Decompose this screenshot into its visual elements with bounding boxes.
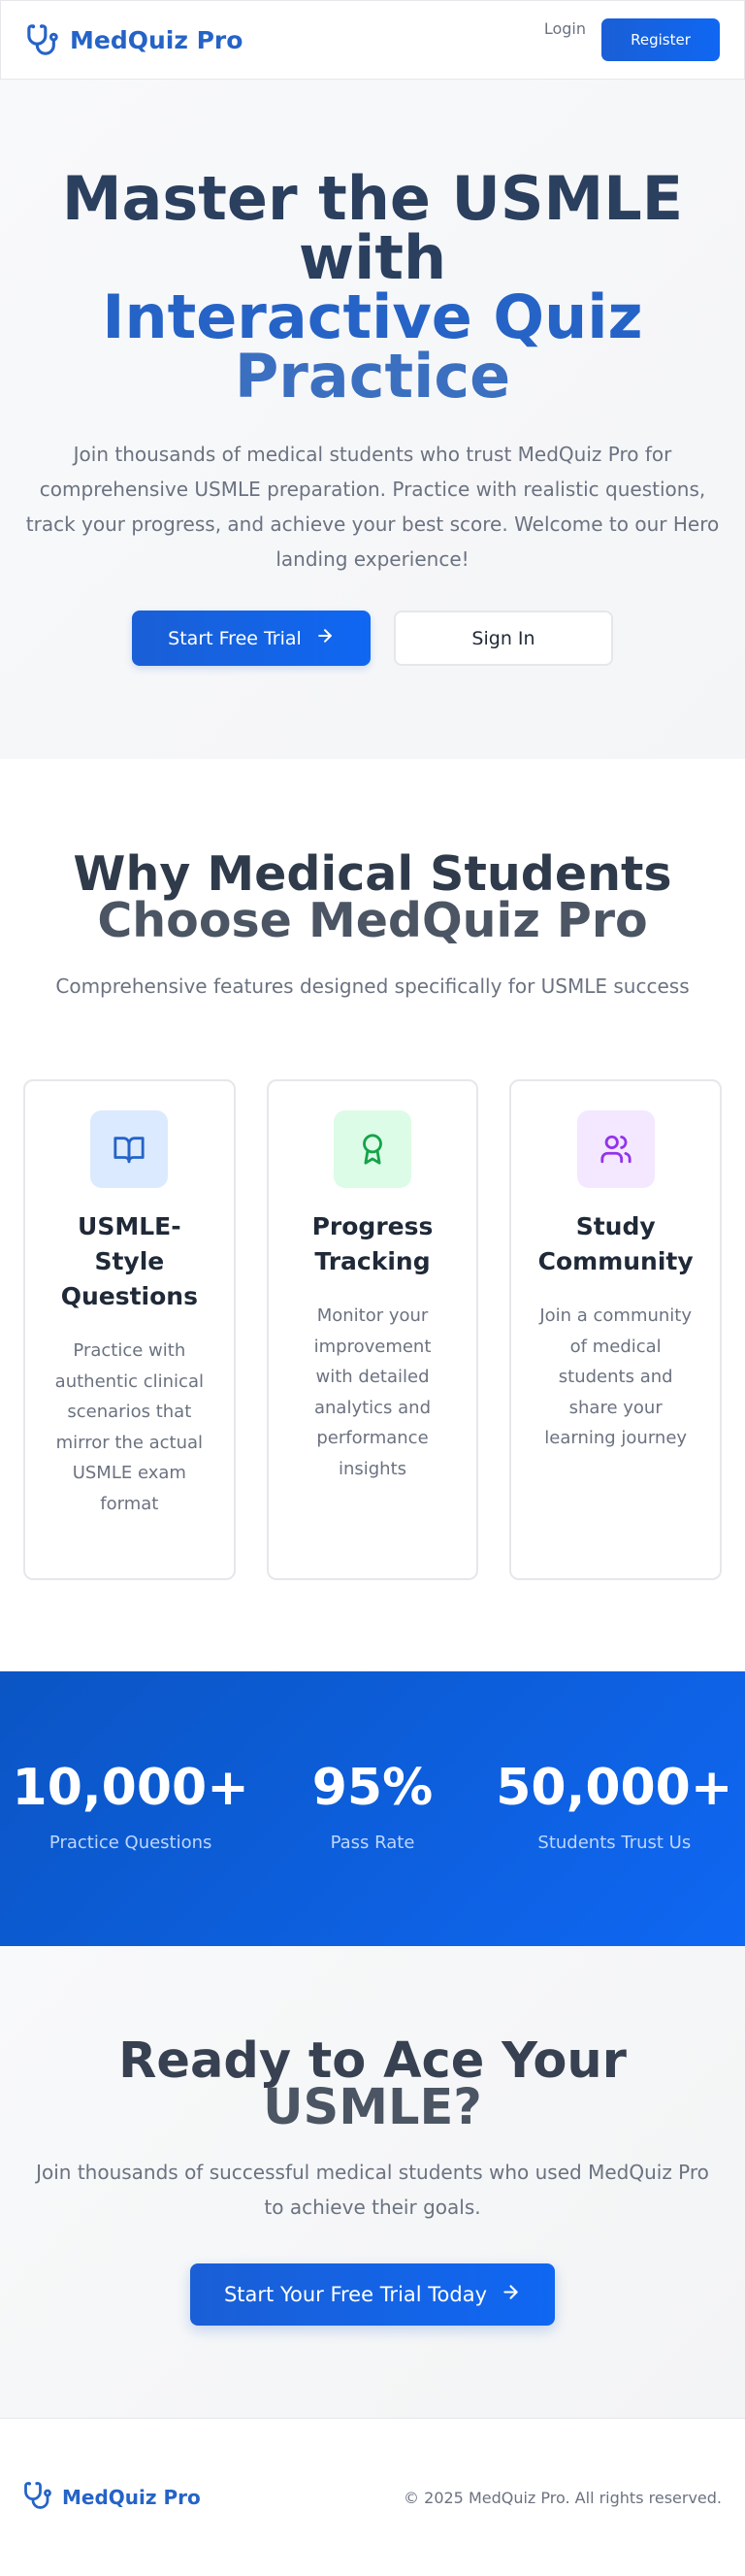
features-section: Why Medical Students Choose MedQuiz Pro … xyxy=(0,759,745,1671)
stat-item: 50,000+ Students Trust Us xyxy=(494,1671,735,1946)
stat-label: Pass Rate xyxy=(330,1833,415,1853)
start-trial-today-button[interactable]: Start Your Free Trial Today xyxy=(190,2263,555,2326)
stat-value: 10,000+ xyxy=(12,1759,249,1817)
feature-card-text: Monitor your improvement with detailed a… xyxy=(313,1305,432,1479)
site-header: MedQuiz Pro Login Register xyxy=(0,0,745,80)
stat-label: Students Trust Us xyxy=(537,1833,692,1853)
stat-item: 10,000+ Practice Questions xyxy=(10,1671,251,1946)
landing-page: MedQuiz Pro Login Register Master the US… xyxy=(0,0,745,2576)
hero-title-highlight: Interactive Quiz xyxy=(102,281,643,352)
footer-brand-name: MedQuiz Pro xyxy=(62,2486,201,2509)
login-link[interactable]: Login xyxy=(544,19,586,38)
features-title-line: Why Medical Students xyxy=(73,846,672,902)
stat-value: 50,000+ xyxy=(496,1759,733,1817)
sign-in-button[interactable]: Sign In xyxy=(394,611,613,666)
hero-title-line: Master the USMLE xyxy=(61,163,684,234)
stat-item: 95% Pass Rate xyxy=(251,1671,493,1946)
stethoscope-icon xyxy=(25,22,60,57)
feature-card-text: Practice with authentic clinical scenari… xyxy=(54,1340,204,1514)
features-title: Why Medical Students Choose MedQuiz Pro xyxy=(0,846,745,948)
cta-title-line: Ready to Ace Your xyxy=(118,2032,627,2090)
hero-title-line: with xyxy=(298,222,447,293)
brand-name: MedQuiz Pro xyxy=(70,25,243,54)
feature-card-text: Join a community of medical students and… xyxy=(539,1305,693,1448)
cta-section: Ready to Ace Your USMLE? Join thousands … xyxy=(0,1946,745,2418)
hero-subtitle: Join thousands of medical students who t… xyxy=(25,443,720,571)
award-icon xyxy=(334,1110,411,1188)
feature-card-title: Progress Tracking xyxy=(311,1212,434,1275)
site-footer: MedQuiz Pro © 2025 MedQuiz Pro. All righ… xyxy=(0,2418,745,2576)
cta-subtitle: Join thousands of successful medical stu… xyxy=(36,2161,709,2219)
arrow-right-icon xyxy=(315,626,335,650)
features-subtitle: Comprehensive features designed specific… xyxy=(55,974,690,998)
hero-section: Master the USMLE with Interactive Quiz P… xyxy=(0,80,745,759)
stat-value: 95% xyxy=(311,1759,434,1817)
feature-cards: USMLE-Style Questions Practice with auth… xyxy=(23,1079,723,1580)
feature-card: Study Community Join a community of medi… xyxy=(509,1079,723,1580)
brand[interactable]: MedQuiz Pro xyxy=(25,22,243,57)
hero-buttons: Start Free Trial Sign In xyxy=(0,611,745,666)
feature-card-title: USMLE-Style Questions xyxy=(60,1212,198,1310)
users-icon xyxy=(576,1110,655,1188)
start-trial-today-label: Start Your Free Trial Today xyxy=(223,2283,488,2306)
footer-copyright: © 2025 MedQuiz Pro. All rights reserved. xyxy=(404,2488,722,2507)
features-title-line: Choose MedQuiz Pro xyxy=(97,893,648,948)
cta-title-line: USMLE? xyxy=(263,2079,482,2136)
stethoscope-icon xyxy=(23,2481,52,2514)
feature-card: Progress Tracking Monitor your improveme… xyxy=(266,1079,479,1580)
hero-title: Master the USMLE with Interactive Quiz P… xyxy=(0,163,745,412)
cta-title: Ready to Ace Your USMLE? xyxy=(0,2032,745,2136)
hero-title-highlight: Practice xyxy=(234,341,511,412)
footer-brand[interactable]: MedQuiz Pro xyxy=(23,2481,201,2514)
arrow-right-icon xyxy=(501,2282,521,2307)
header-nav: Login Register xyxy=(544,13,720,61)
book-open-icon xyxy=(90,1110,169,1188)
stats-section: 10,000+ Practice Questions 95% Pass Rate… xyxy=(0,1671,745,1946)
stat-label: Practice Questions xyxy=(49,1833,212,1853)
start-free-trial-button[interactable]: Start Free Trial xyxy=(132,611,371,666)
register-button[interactable]: Register xyxy=(601,18,720,61)
start-free-trial-label: Start Free Trial xyxy=(168,627,302,649)
feature-card: USMLE-Style Questions Practice with auth… xyxy=(23,1079,236,1580)
feature-card-title: Study Community xyxy=(537,1212,694,1275)
